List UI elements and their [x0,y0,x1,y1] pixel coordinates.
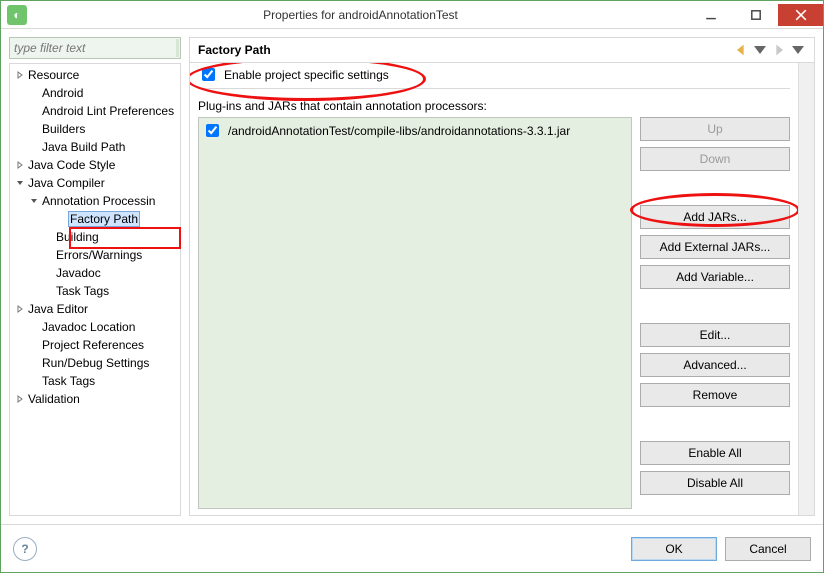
add-jars-button[interactable]: Add JARs... [640,205,790,229]
tree-item[interactable]: Project References [10,336,180,354]
tree-item[interactable]: Javadoc Location [10,318,180,336]
tree-item[interactable]: Builders [10,120,180,138]
list-item-path: /androidAnnotationTest/compile-libs/andr… [228,124,570,138]
jars-listbox[interactable]: /androidAnnotationTest/compile-libs/andr… [198,117,632,509]
page-header: Factory Path [190,38,814,63]
tree-item[interactable]: Java Code Style [10,156,180,174]
tree-item-label: Task Tags [40,374,97,388]
tree-item-label: Javadoc [54,266,103,280]
forward-icon[interactable] [771,42,787,58]
add-variable-button[interactable]: Add Variable... [640,265,790,289]
page-title: Factory Path [198,43,271,57]
chevron-right-icon[interactable] [14,161,26,169]
dialog-footer: ? OK Cancel [1,524,823,572]
tree-item[interactable]: Android Lint Preferences [10,102,180,120]
tree-item-label: Java Build Path [40,140,127,154]
tree-item[interactable]: Resource [10,66,180,84]
back-icon[interactable] [733,42,749,58]
app-icon: ◐ [7,5,27,25]
maximize-button[interactable] [733,4,778,26]
page-body: Enable project specific settings Plug-in… [190,63,798,515]
ok-button[interactable]: OK [631,537,717,561]
tree-item-label: Run/Debug Settings [40,356,151,370]
tree-item-label: Annotation Processin [40,194,157,208]
filter-box [9,37,181,59]
down-button[interactable]: Down [640,147,790,171]
tree-item[interactable]: Factory Path [10,210,180,228]
properties-dialog: ◐ Properties for androidAnnotationTest R… [0,0,824,573]
tree-item[interactable]: Building [10,228,180,246]
tree-item[interactable]: Java Build Path [10,138,180,156]
enable-all-button[interactable]: Enable All [640,441,790,465]
minimize-button[interactable] [688,4,733,26]
tree-item-label: Factory Path [68,211,140,227]
edit-button[interactable]: Edit... [640,323,790,347]
tree-item-label: Android Lint Preferences [40,104,176,118]
disable-all-button[interactable]: Disable All [640,471,790,495]
button-column: Up Down Add JARs... Add External JARs...… [640,117,790,509]
tree-item[interactable]: Java Compiler [10,174,180,192]
tree-item[interactable]: Android [10,84,180,102]
tree-item-label: Building [54,230,101,244]
tree-item-label: Java Editor [26,302,90,316]
tree-item-label: Project References [40,338,146,352]
tree-item-label: Resource [26,68,81,82]
content-row: /androidAnnotationTest/compile-libs/andr… [198,117,790,509]
dialog-body: Resource Android Android Lint Preferences B… [1,29,823,524]
tree-item-label: Task Tags [54,284,111,298]
add-external-jars-button[interactable]: Add External JARs... [640,235,790,259]
tree-item-label: Errors/Warnings [54,248,144,262]
list-item[interactable]: /androidAnnotationTest/compile-libs/andr… [202,121,628,140]
chevron-down-icon[interactable] [14,179,26,187]
remove-button[interactable]: Remove [640,383,790,407]
category-tree[interactable]: Resource Android Android Lint Preferences B… [9,63,181,516]
enable-specific-row: Enable project specific settings [198,69,790,89]
tree-item-label: Android [40,86,85,100]
clear-filter-button[interactable] [176,39,179,57]
chevron-right-icon[interactable] [14,71,26,79]
enable-specific-label: Enable project specific settings [224,68,389,82]
enable-specific-checkbox[interactable] [202,68,215,81]
page-nav [733,42,806,58]
up-button[interactable]: Up [640,117,790,141]
tree-item-label: Builders [40,122,87,136]
list-item-checkbox[interactable] [206,124,219,137]
forward-menu-icon[interactable] [790,42,806,58]
advanced-button[interactable]: Advanced... [640,353,790,377]
window-title: Properties for androidAnnotationTest [33,8,688,22]
tree-item[interactable]: Javadoc [10,264,180,282]
tree-item[interactable]: Run/Debug Settings [10,354,180,372]
tree-item[interactable]: Task Tags [10,282,180,300]
filter-input[interactable] [10,41,175,55]
chevron-down-icon[interactable] [28,197,40,205]
chevron-right-icon[interactable] [14,395,26,403]
chevron-right-icon[interactable] [14,305,26,313]
list-label: Plug-ins and JARs that contain annotatio… [198,99,790,113]
close-button[interactable] [778,4,823,26]
right-panel: Factory Path Enable project specific set… [189,37,815,516]
left-panel: Resource Android Android Lint Preferences B… [9,37,181,516]
window-buttons [688,4,823,26]
tree-item-label: Javadoc Location [40,320,137,334]
tree-item[interactable]: Validation [10,390,180,408]
tree-item-label: Java Compiler [26,176,107,190]
back-menu-icon[interactable] [752,42,768,58]
tree-item[interactable]: Task Tags [10,372,180,390]
cancel-button[interactable]: Cancel [725,537,811,561]
tree-item[interactable]: Annotation Processin [10,192,180,210]
titlebar: ◐ Properties for androidAnnotationTest [1,1,823,29]
help-button[interactable]: ? [13,537,37,561]
tree-item[interactable]: Errors/Warnings [10,246,180,264]
tree-item-label: Java Code Style [26,158,117,172]
vertical-scrollbar[interactable] [798,63,814,515]
tree-item-label: Validation [26,392,82,406]
tree-item[interactable]: Java Editor [10,300,180,318]
